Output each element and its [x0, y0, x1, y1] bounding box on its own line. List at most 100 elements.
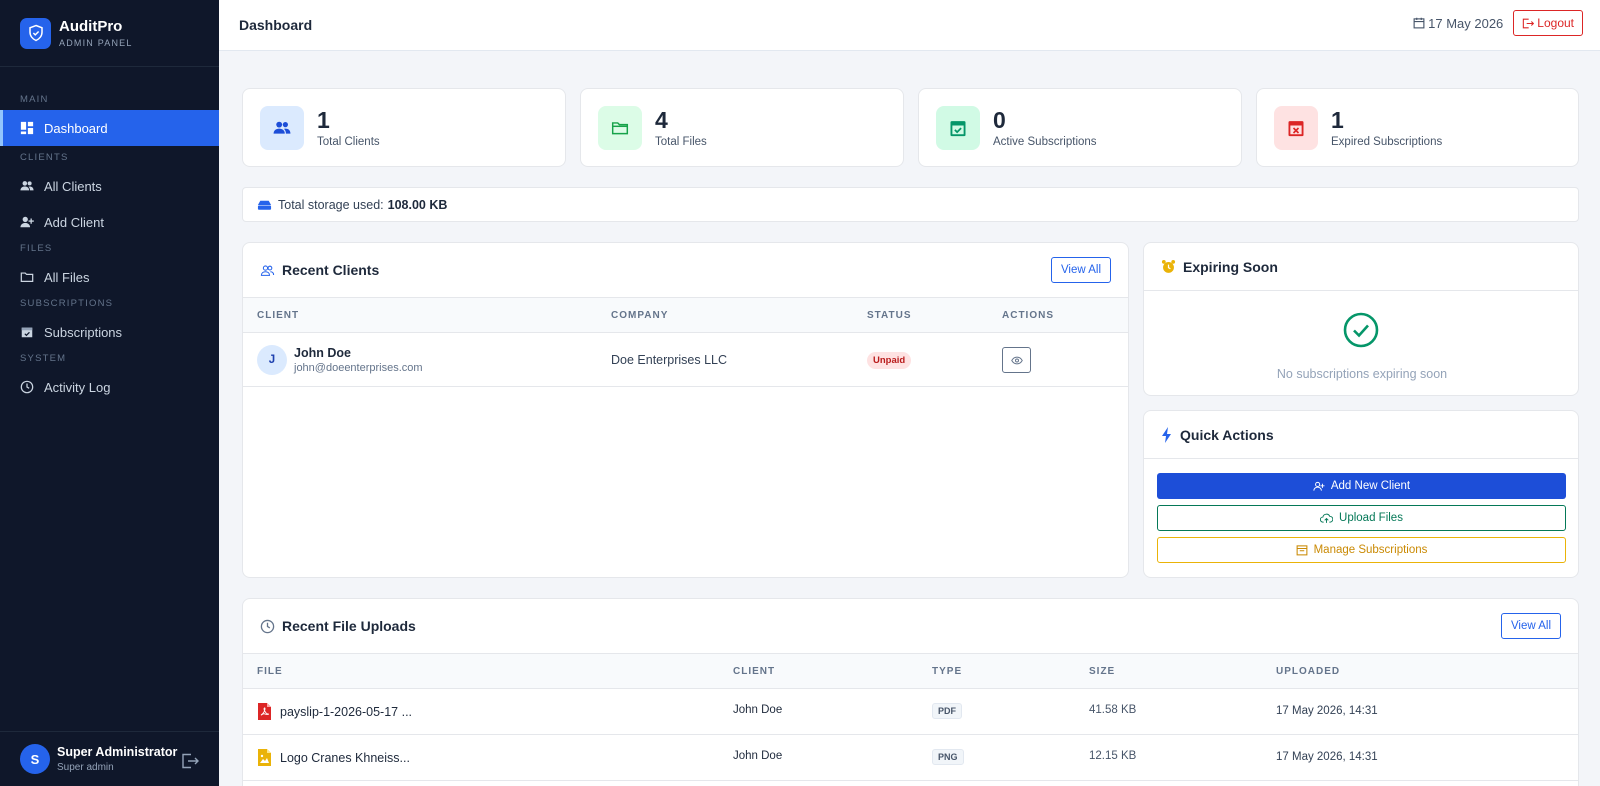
- users-icon: [260, 264, 275, 276]
- nav-section-system: SYSTEM: [20, 353, 67, 364]
- sidebar: AuditPro ADMIN PANEL MAIN Dashboard CLIE…: [0, 0, 219, 786]
- view-all-clients-button[interactable]: View All: [1050, 257, 1111, 283]
- stat-value: 1: [317, 106, 330, 133]
- client-company: Doe Enterprises LLC: [611, 353, 728, 367]
- column-header: CLIENT: [257, 310, 300, 321]
- users-icon: [260, 105, 304, 150]
- nav-section-clients: CLIENTS: [20, 152, 69, 163]
- calendar-icon: [1413, 17, 1425, 29]
- user-name: Super Administrator: [57, 745, 178, 759]
- column-header: COMPANY: [611, 310, 669, 321]
- clock-icon: [20, 380, 34, 394]
- column-header: SIZE: [1089, 666, 1116, 677]
- view-all-files-button[interactable]: View All: [1500, 613, 1561, 639]
- file-size: 41.58 KB: [1089, 704, 1137, 716]
- recent-files-header: Recent File Uploads View All: [243, 599, 1578, 653]
- file-name: payslip-1-2026-05-17 ...: [280, 705, 413, 719]
- stat-label: Active Subscriptions: [993, 135, 1097, 148]
- sidebar-item-all-files[interactable]: All Files: [0, 259, 219, 295]
- sidebar-item-label: Activity Log: [44, 379, 111, 395]
- topbar: Dashboard 17 May 2026 Logout: [219, 0, 1600, 51]
- dashboard-icon: [20, 121, 34, 135]
- stat-label: Expired Subscriptions: [1331, 135, 1443, 148]
- sidebar-item-all-clients[interactable]: All Clients: [0, 168, 219, 204]
- calendar-x-icon: [1274, 105, 1318, 150]
- table-header: FILE CLIENT TYPE SIZE UPLOADED: [243, 653, 1578, 689]
- add-new-client-button[interactable]: Add New Client: [1157, 473, 1566, 499]
- stat-card-total-files[interactable]: 4 Total Files: [580, 88, 904, 167]
- client-email: john@doeenterprises.com: [294, 362, 423, 374]
- recent-clients-title: Recent Clients: [282, 262, 380, 278]
- users-icon: [20, 181, 34, 191]
- file-name: Logo Cranes Khneiss...: [280, 751, 410, 765]
- column-header: STATUS: [867, 310, 912, 321]
- recent-clients-card: Recent Clients View All CLIENT COMPANY S…: [242, 242, 1129, 578]
- shield-icon: [20, 17, 51, 49]
- column-header: ACTIONS: [1002, 310, 1054, 321]
- sidebar-item-dashboard[interactable]: Dashboard: [0, 110, 219, 146]
- manage-subscriptions-button[interactable]: Manage Subscriptions: [1157, 537, 1566, 563]
- file-type-badge: PNG: [932, 749, 964, 765]
- file-client: John Doe: [733, 704, 783, 716]
- brand: AuditPro ADMIN PANEL: [0, 0, 219, 67]
- table-row[interactable]: Logo Cranes Khneiss... John Doe PNG 12.1…: [243, 735, 1578, 781]
- nav-section-files: FILES: [20, 243, 53, 254]
- table-row[interactable]: payslip-1-2026-05-17 ... John Doe PDF 41…: [243, 689, 1578, 735]
- stat-value: 0: [993, 106, 1006, 133]
- quick-actions-header: Quick Actions: [1144, 411, 1578, 459]
- check-circle-icon: [1343, 312, 1379, 351]
- stat-card-expired-subscriptions[interactable]: 1 Expired Subscriptions: [1256, 88, 1579, 167]
- upload-files-button[interactable]: Upload Files: [1157, 505, 1566, 531]
- stat-label: Total Files: [655, 135, 707, 148]
- view-client-button[interactable]: [1002, 347, 1031, 373]
- quick-actions-title: Quick Actions: [1180, 426, 1274, 443]
- stat-value: 1: [1331, 106, 1344, 133]
- column-header: TYPE: [932, 666, 963, 677]
- lightning-icon: [1162, 426, 1171, 443]
- user-role: Super admin: [57, 762, 114, 773]
- sidebar-item-label: Subscriptions: [44, 324, 123, 340]
- nav-section-subscriptions: SUBSCRIPTIONS: [20, 298, 114, 309]
- page-title: Dashboard: [239, 17, 313, 33]
- table-header: CLIENT COMPANY STATUS ACTIONS: [243, 297, 1128, 333]
- sidebar-item-activity-log[interactable]: Activity Log: [0, 369, 219, 405]
- history-icon: [260, 619, 275, 633]
- current-date: 17 May 2026: [1413, 16, 1503, 31]
- hard-drive-icon: [257, 200, 272, 210]
- avatar: S: [20, 744, 50, 774]
- quick-actions-card: Quick Actions Add New Client Upload File…: [1143, 410, 1579, 578]
- manage-subscriptions-label: Manage Subscriptions: [1313, 544, 1428, 556]
- file-uploaded: 17 May 2026, 14:31: [1276, 751, 1378, 763]
- sidebar-item-label: All Files: [44, 269, 90, 285]
- storage-value: 108.00 KB: [387, 197, 448, 212]
- storage-bar: Total storage used: 108.00 KB: [242, 187, 1579, 222]
- status-badge: Unpaid: [867, 352, 912, 369]
- stat-card-total-clients[interactable]: 1 Total Clients: [242, 88, 566, 167]
- column-header: CLIENT: [733, 666, 776, 677]
- sign-out-icon[interactable]: [181, 753, 199, 772]
- calendar-check-icon: [936, 105, 980, 150]
- stat-card-active-subscriptions[interactable]: 0 Active Subscriptions: [918, 88, 1242, 167]
- stat-value: 4: [655, 106, 668, 133]
- nav-section-main: MAIN: [20, 94, 49, 105]
- pdf-file-icon: [258, 703, 271, 723]
- expiring-title: Expiring Soon: [1183, 258, 1278, 275]
- folder-icon: [598, 105, 642, 150]
- sidebar-user: S Super Administrator Super admin: [0, 731, 219, 786]
- image-file-icon: [258, 749, 271, 769]
- user-plus-icon: [20, 216, 34, 228]
- table-row[interactable]: J John Doe john@doeenterprises.com Doe E…: [243, 333, 1128, 387]
- file-type-badge: PDF: [932, 703, 962, 719]
- sidebar-item-subscriptions[interactable]: Subscriptions: [0, 314, 219, 350]
- logout-icon: [1523, 18, 1535, 28]
- client-name: John Doe: [294, 346, 351, 360]
- recent-files-title: Recent File Uploads: [282, 618, 416, 634]
- user-plus-icon: [1313, 481, 1325, 491]
- calendar-check-icon: [21, 327, 33, 338]
- recent-files-card: Recent File Uploads View All FILE CLIENT…: [242, 598, 1579, 786]
- logout-button[interactable]: Logout: [1513, 10, 1583, 36]
- stat-label: Total Clients: [317, 135, 380, 148]
- sidebar-item-add-client[interactable]: Add Client: [0, 204, 219, 240]
- brand-subtitle: ADMIN PANEL: [59, 38, 133, 48]
- sidebar-item-label: Dashboard: [44, 120, 108, 136]
